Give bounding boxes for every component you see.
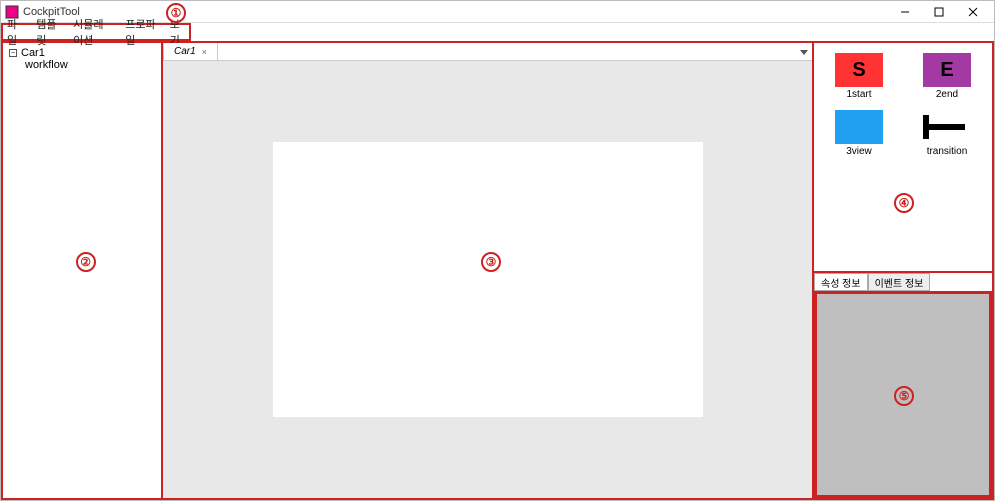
palette-label-view: 3view (846, 146, 872, 157)
properties-tab-events[interactable]: 이벤트 정보 (868, 273, 931, 291)
palette-label-start: 1start (846, 89, 871, 100)
tree-panel: − Car1 workflow ② (3, 43, 163, 498)
tab-overflow-button[interactable] (796, 44, 812, 60)
properties-body[interactable] (814, 291, 992, 498)
canvas-workspace[interactable] (273, 142, 703, 417)
properties-tab-attributes[interactable]: 속성 정보 (814, 273, 868, 291)
tab-label: Car1 (174, 46, 196, 57)
palette-panel: S 1start E 2end 3view (814, 43, 992, 273)
main-body: − Car1 workflow ② Car1 × ③ (1, 41, 994, 500)
properties-tabs: 속성 정보 이벤트 정보 (814, 273, 992, 291)
right-column: S 1start E 2end 3view (812, 43, 992, 498)
palette-item-view[interactable]: 3view (835, 110, 883, 157)
editor-panel: Car1 × ③ (163, 43, 812, 498)
app-window: CockpitTool ① 파일 템플릿 시뮬레이션 프로파일 보기 − Car… (0, 0, 995, 501)
minimize-button[interactable] (888, 1, 922, 22)
start-shape: S (835, 53, 883, 87)
end-shape: E (923, 53, 971, 87)
tree-root-label: Car1 (21, 47, 45, 59)
palette-item-start[interactable]: S 1start (835, 53, 883, 100)
view-shape (835, 110, 883, 144)
menubar: 파일 템플릿 시뮬레이션 프로파일 보기 (1, 23, 191, 41)
tree-root-item[interactable]: − Car1 (9, 47, 155, 59)
transition-shape (923, 110, 971, 144)
properties-panel: 속성 정보 이벤트 정보 ⑤ (814, 273, 992, 498)
close-button[interactable] (956, 1, 990, 22)
tree-child-label: workflow (25, 59, 68, 71)
palette-item-end[interactable]: E 2end (923, 53, 971, 100)
tab-car1[interactable]: Car1 × (163, 42, 218, 60)
callout-4: ④ (894, 193, 914, 213)
tab-strip: Car1 × (163, 43, 812, 61)
maximize-button[interactable] (922, 1, 956, 22)
canvas-area[interactable]: ③ (163, 61, 812, 498)
callout-2: ② (76, 252, 96, 272)
tab-close-icon[interactable]: × (202, 47, 207, 57)
tree-expand-icon[interactable]: − (9, 49, 17, 57)
palette-label-transition: transition (927, 146, 968, 157)
palette-label-end: 2end (936, 89, 958, 100)
tree-child-item[interactable]: workflow (9, 59, 155, 71)
palette-item-transition[interactable]: transition (923, 110, 971, 157)
